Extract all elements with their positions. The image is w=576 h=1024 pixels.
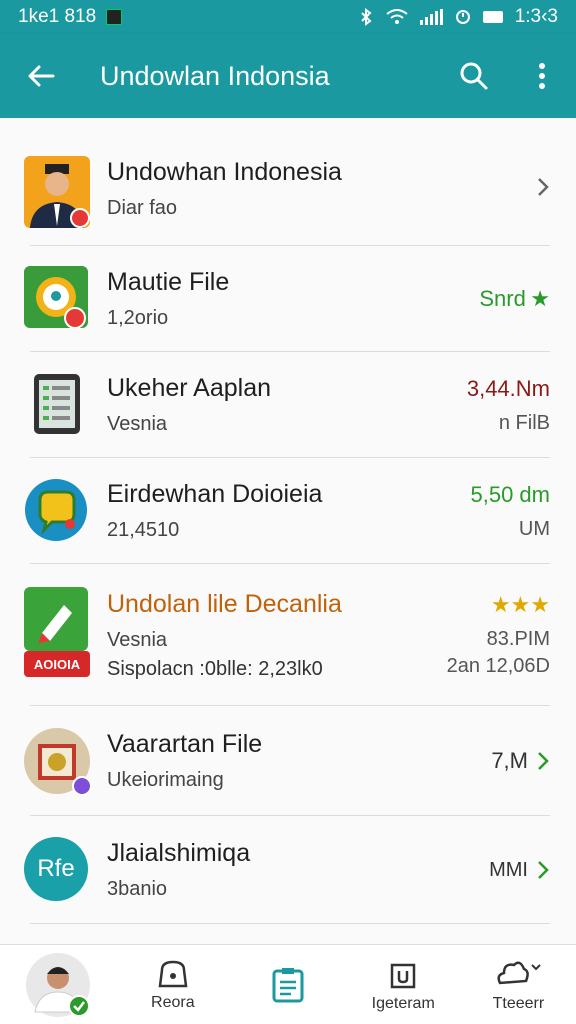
notification-icon xyxy=(106,9,123,25)
list-item[interactable]: AOIOIA Undolan lile Decanlia Vesnia Sisp… xyxy=(0,564,576,706)
app-icon xyxy=(24,728,92,796)
status-bar: 1ke1 818 1:3‹3 xyxy=(0,0,576,34)
list-item[interactable]: Vaarartan File Ukeiorimaing 7,M xyxy=(0,706,576,816)
item-title: Eirdewhan Doioieia xyxy=(107,480,323,508)
item-status: Snrd xyxy=(479,286,526,311)
cloud-chevron-icon xyxy=(497,961,542,984)
profile-photo-icon xyxy=(25,952,90,1017)
app-bar: Undowlan Indonsia xyxy=(0,34,576,118)
item-size: 5,50 dm xyxy=(470,481,551,507)
item-title: Undowhan Indonesia xyxy=(107,158,342,186)
item-title: Vaarartan File xyxy=(107,730,263,758)
item-subtitle: 3banio xyxy=(107,878,168,900)
item-size: 83.PIM xyxy=(486,628,550,650)
app-icon xyxy=(24,372,90,438)
battery-icon xyxy=(482,11,503,23)
item-subtitle: Diar fao xyxy=(107,197,178,219)
document-list-icon xyxy=(34,374,80,434)
list-item[interactable]: Mautie File 1,2orio Snrd ★ xyxy=(0,246,576,352)
nav-igeteram[interactable]: Igeteram xyxy=(346,945,461,1024)
file-avatar-label: Rfe xyxy=(24,837,88,901)
list-item[interactable]: Ukeher Aaplan Vesnia 3,44.Nm n FilB xyxy=(0,352,576,458)
bottom-navigation: Reora Igeteram Tteeerr xyxy=(0,944,576,1024)
list-item[interactable]: Rfe Jlaialshimiqa 3banio MMI xyxy=(0,816,576,924)
rating-stars: ★★★ xyxy=(490,592,550,617)
more-options-button[interactable] xyxy=(508,34,576,118)
bluetooth-icon xyxy=(360,8,372,26)
clipboard-icon xyxy=(272,967,304,1002)
nav-tteeerr[interactable]: Tteeerr xyxy=(461,945,576,1024)
list-item[interactable]: Eirdewhan Doioieia 21,4510 5,50 dm UM xyxy=(0,458,576,564)
edit-pencil-icon xyxy=(24,587,88,651)
search-button[interactable] xyxy=(440,34,508,118)
nav-label: Igeteram xyxy=(371,994,435,1012)
app-icon: AOIOIA xyxy=(24,587,90,683)
nav-files[interactable] xyxy=(230,945,345,1024)
file-list: Undowhan Indonesia Diar fao Mautie File … xyxy=(0,118,576,944)
wifi-icon xyxy=(386,9,408,24)
status-time: 1:3‹3 xyxy=(514,6,558,27)
nav-label: Reora xyxy=(151,993,195,1011)
chevron-right-icon xyxy=(538,752,549,770)
item-type: n FilB xyxy=(498,411,550,434)
item-title: Jlaialshimiqa xyxy=(107,839,251,867)
signal-icon xyxy=(419,9,443,25)
arrow-back-icon xyxy=(28,65,55,87)
person-photo-icon xyxy=(24,156,90,228)
item-title: Ukeher Aaplan xyxy=(107,374,272,402)
page-title: Undowlan Indonsia xyxy=(100,60,330,91)
upload-box-icon xyxy=(390,963,416,988)
item-type: UM xyxy=(518,517,550,540)
search-icon xyxy=(460,62,488,90)
emoji-app-icon xyxy=(24,266,88,329)
nav-label: Tteeerr xyxy=(492,994,545,1012)
item-title: Undolan lile Decanlia xyxy=(107,589,342,618)
app-icon: Rfe xyxy=(24,837,90,903)
chat-bubble-icon xyxy=(25,479,87,541)
item-size: MMI xyxy=(489,858,528,881)
item-subtitle: 1,2orio xyxy=(107,307,169,329)
bag-icon xyxy=(158,960,188,987)
profile-avatar xyxy=(24,156,90,228)
sync-icon xyxy=(455,10,470,24)
item-size: 3,44.Nm xyxy=(466,375,550,401)
chevron-right-icon xyxy=(538,177,549,196)
item-size: 7,M xyxy=(491,748,528,773)
item-title: Mautie File xyxy=(107,268,230,296)
item-subtitle: Vesnia xyxy=(107,413,168,435)
back-button[interactable] xyxy=(0,34,82,118)
item-subtitle: 21,4510 xyxy=(107,519,180,541)
list-item[interactable]: Undowhan Indonesia Diar fao xyxy=(0,132,576,246)
book-emblem-icon xyxy=(24,728,92,796)
nav-reora[interactable]: Reora xyxy=(115,945,230,1024)
status-left-text: 1ke1 818 xyxy=(18,6,97,27)
item-subtitle: Ukeiorimaing xyxy=(107,769,224,791)
star-icon: ★ xyxy=(530,286,550,311)
item-subtitle: Vesnia xyxy=(107,628,168,651)
badge-label: AOIOIA xyxy=(24,651,90,677)
nav-profile[interactable] xyxy=(0,945,115,1024)
more-vert-icon xyxy=(539,63,545,89)
app-icon xyxy=(24,266,90,332)
app-icon xyxy=(24,478,90,544)
item-date: 2an 12,06D xyxy=(446,655,550,677)
app-screen: 1ke1 818 1:3‹3 Undowlan Indonsia Undowha… xyxy=(0,0,576,1024)
chevron-right-icon xyxy=(538,861,549,879)
item-details: Sispolacn :0blle: 2,23lk0 xyxy=(107,657,323,680)
